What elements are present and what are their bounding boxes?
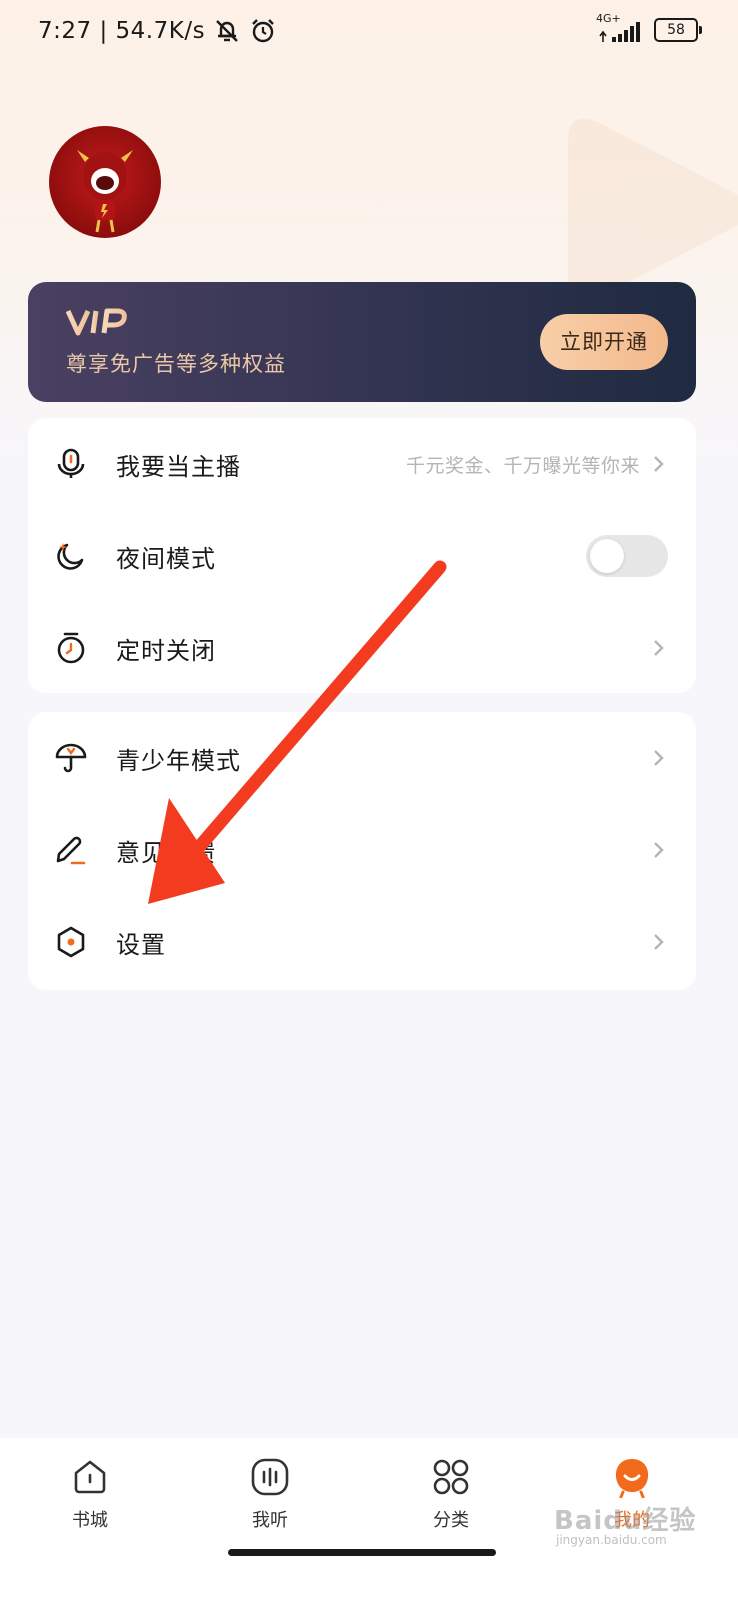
chevron-right-icon bbox=[654, 640, 664, 656]
battery-indicator: 58 bbox=[654, 18, 702, 42]
house-icon bbox=[69, 1456, 111, 1498]
night-mode-toggle[interactable] bbox=[586, 535, 668, 577]
umbrella-icon bbox=[54, 741, 88, 775]
menu-item-label: 青少年模式 bbox=[116, 746, 241, 775]
watermark: Baidu经验 bbox=[554, 1506, 697, 1536]
menu-item-label: 我要当主播 bbox=[116, 452, 241, 481]
alarm-icon bbox=[252, 19, 274, 43]
menu-item-feedback[interactable]: 意见反馈 bbox=[28, 804, 696, 896]
signal-icon: 4G+ bbox=[596, 12, 644, 42]
nav-category[interactable]: 分类 bbox=[391, 1456, 511, 1532]
menu-item-label: 夜间模式 bbox=[116, 544, 216, 573]
hexagon-settings-icon bbox=[54, 925, 88, 959]
menu-item-anchor[interactable]: 我要当主播 千元奖金、千万曝光等你来 bbox=[28, 418, 696, 510]
toggle-knob bbox=[590, 539, 624, 573]
watermark-url: jingyan.baidu.com bbox=[556, 1533, 667, 1547]
play-decoration-icon bbox=[568, 118, 738, 302]
nav-listening[interactable]: 我听 bbox=[210, 1456, 330, 1532]
status-time-speed: 7:27 | 54.7K/s bbox=[38, 18, 206, 44]
avatar-character-icon bbox=[77, 150, 133, 233]
chevron-right-icon bbox=[654, 750, 664, 766]
mascot-icon bbox=[611, 1456, 653, 1498]
mute-bell-icon bbox=[216, 20, 238, 42]
menu-item-label: 意见反馈 bbox=[116, 838, 216, 867]
moon-icon bbox=[54, 539, 88, 573]
nav-label: 我听 bbox=[252, 1510, 288, 1531]
chevron-right-icon bbox=[654, 456, 664, 472]
menu-item-settings[interactable]: 设置 bbox=[28, 896, 696, 988]
menu-item-hint: 千元奖金、千万曝光等你来 bbox=[405, 454, 640, 477]
menu-item-night-mode: 夜间模式 bbox=[28, 510, 696, 602]
status-right: 4G+ 58 bbox=[596, 12, 702, 42]
chevron-right-icon bbox=[654, 934, 664, 950]
menu-card-primary: 我要当主播 千元奖金、千万曝光等你来 夜间模式 定时关闭 bbox=[28, 418, 696, 693]
nav-bookstore[interactable]: 书城 bbox=[30, 1456, 150, 1532]
menu-item-teen-mode[interactable]: 青少年模式 bbox=[28, 712, 696, 804]
vip-logo bbox=[66, 308, 127, 336]
pen-icon bbox=[54, 833, 88, 867]
menu-card-secondary: 青少年模式 意见反馈 设置 bbox=[28, 712, 696, 990]
home-indicator[interactable] bbox=[228, 1549, 496, 1556]
vip-open-button[interactable]: 立即开通 bbox=[540, 314, 668, 370]
timer-icon bbox=[54, 631, 88, 665]
chevron-right-icon bbox=[654, 842, 664, 858]
microphone-icon bbox=[54, 447, 88, 481]
menu-item-timer[interactable]: 定时关闭 bbox=[28, 602, 696, 694]
audio-wave-icon bbox=[249, 1456, 291, 1498]
status-left: 7:27 | 54.7K/s bbox=[38, 17, 277, 45]
avatar[interactable] bbox=[49, 126, 161, 238]
grid-icon bbox=[430, 1456, 472, 1498]
status-bar: 7:27 | 54.7K/s 4G+ 58 bbox=[0, 0, 738, 64]
nav-label: 书城 bbox=[72, 1510, 108, 1531]
vip-banner[interactable]: 尊享免广告等多种权益 立即开通 bbox=[28, 282, 696, 402]
nav-label: 分类 bbox=[433, 1510, 469, 1531]
menu-item-label: 定时关闭 bbox=[116, 636, 216, 665]
menu-item-label: 设置 bbox=[116, 930, 166, 959]
vip-subtitle: 尊享免广告等多种权益 bbox=[66, 352, 286, 376]
